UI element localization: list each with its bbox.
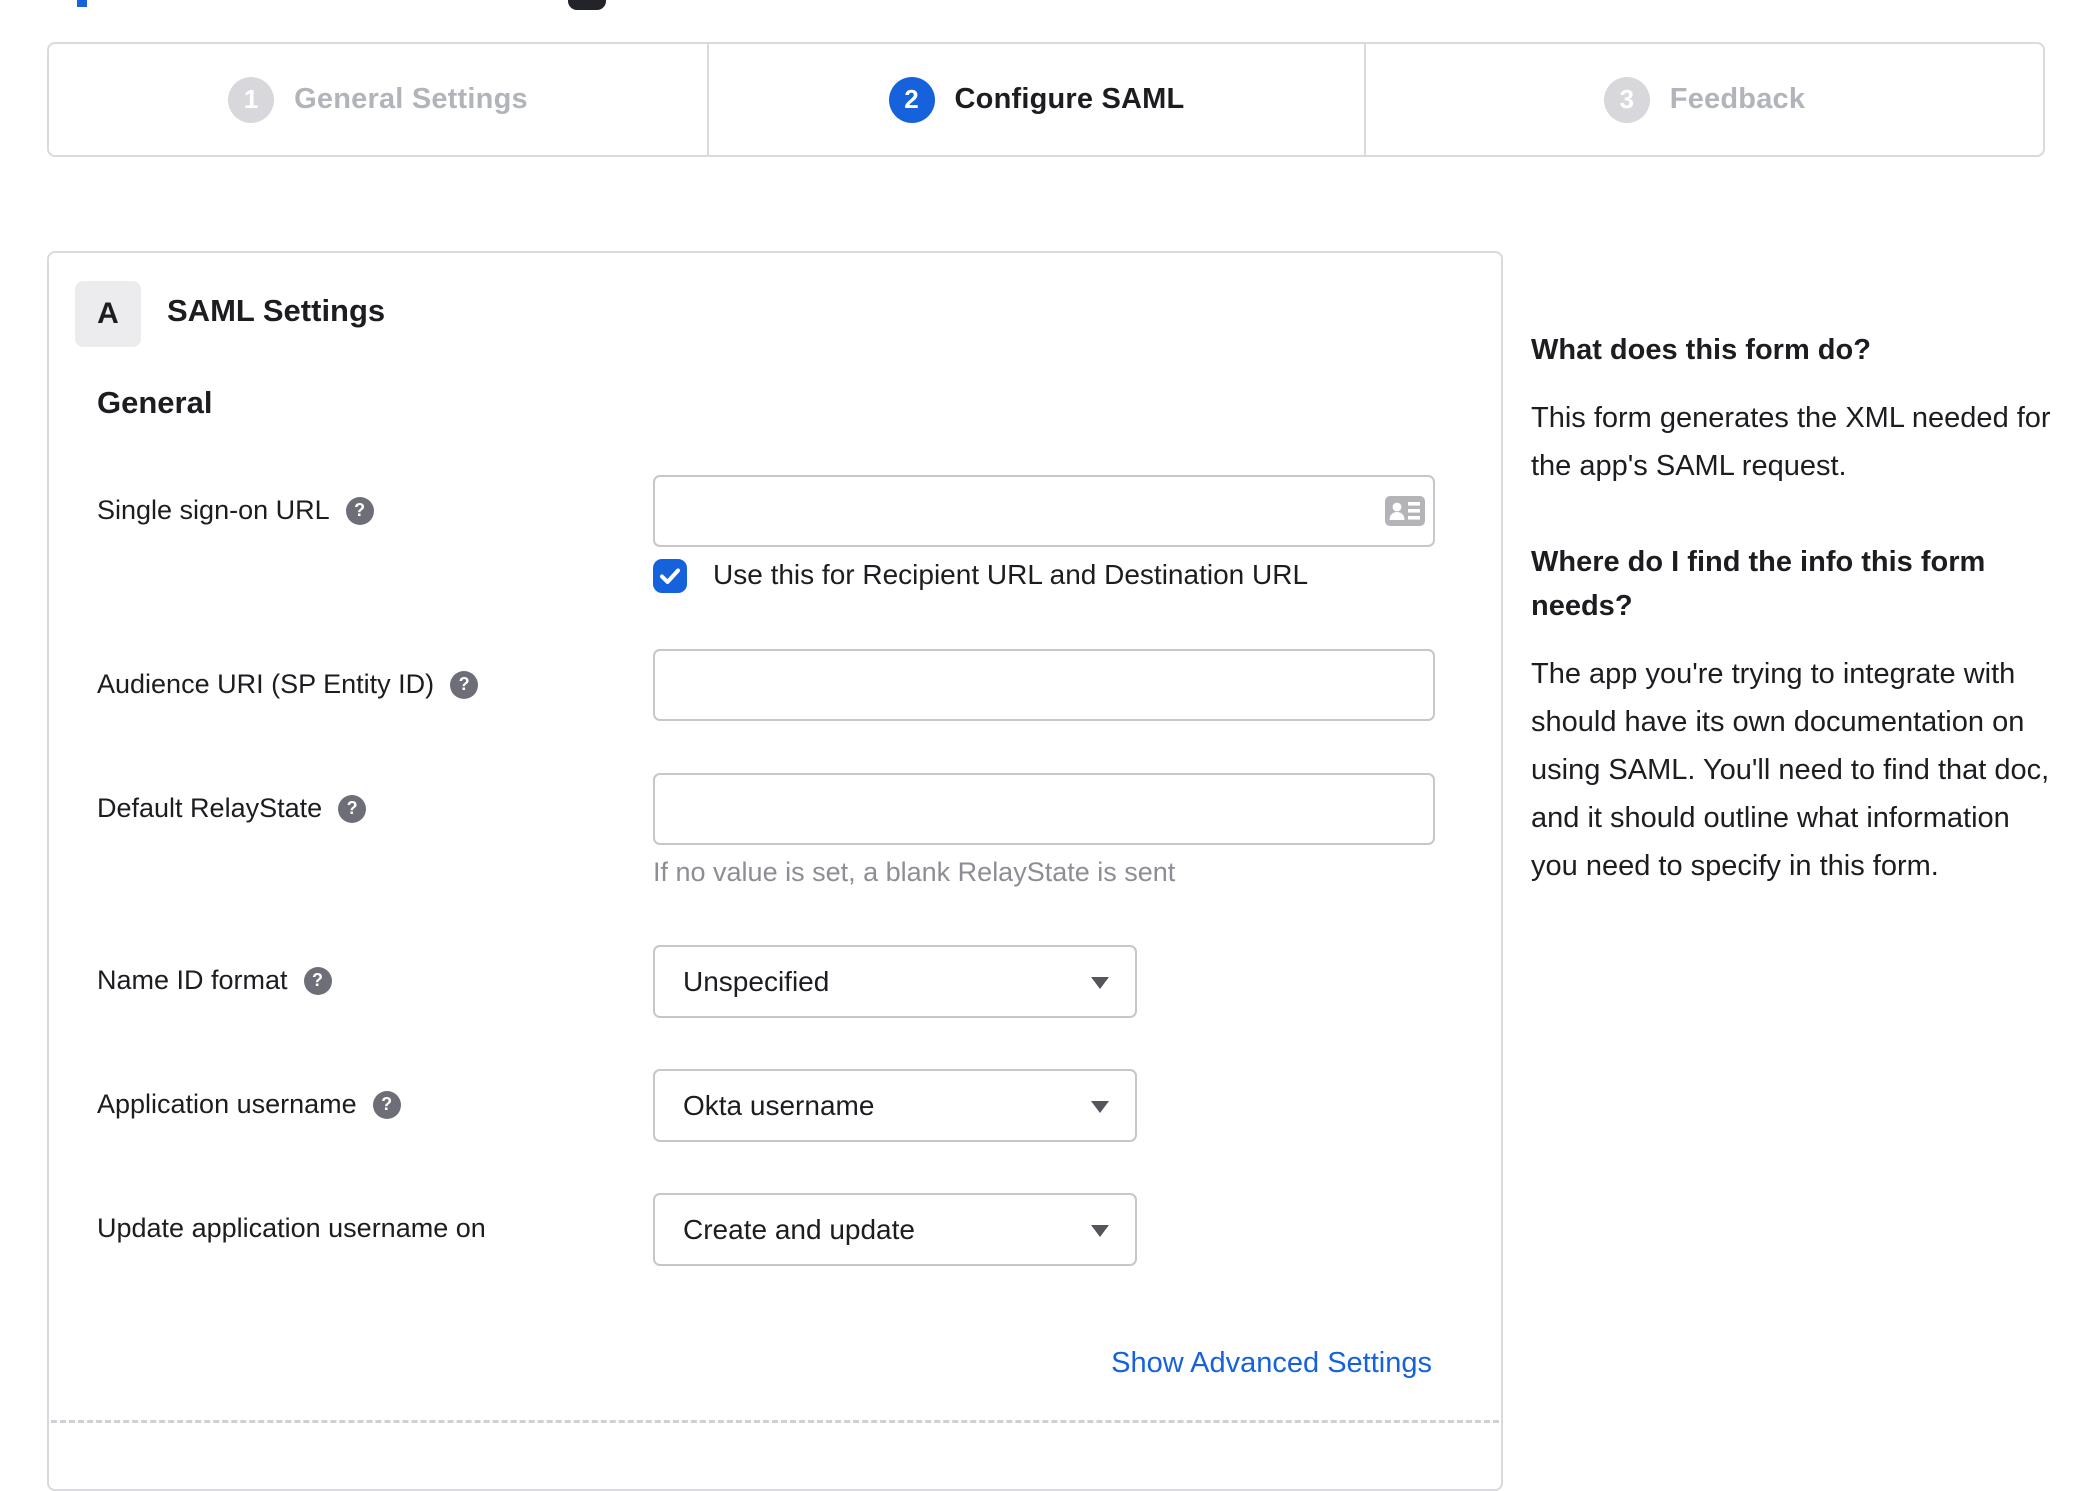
help-icon[interactable]: ? — [338, 794, 367, 823]
step-3-number-badge: 3 — [1603, 76, 1650, 123]
default-relaystate-label: Default RelayState — [97, 793, 323, 823]
step-2-number-badge: 2 — [888, 76, 935, 123]
sso-url-label-row: Single sign-on URL ? — [97, 495, 374, 526]
checkmark-icon — [660, 568, 680, 584]
application-username-label-row: Application username ? — [97, 1089, 401, 1120]
help-icon[interactable]: ? — [450, 670, 479, 699]
saml-settings-panel: A SAML Settings General Single sign-on U… — [47, 251, 1503, 1491]
sso-url-input[interactable] — [653, 475, 1435, 547]
help-icon[interactable]: ? — [345, 496, 374, 525]
contact-card-icon — [1385, 496, 1425, 526]
step-1-label: General Settings — [294, 83, 528, 115]
default-relaystate-label-row: Default RelayState ? — [97, 793, 367, 824]
sidebar-heading-2: Where do I find the info this form needs… — [1531, 546, 1986, 622]
group-heading-general: General — [97, 385, 213, 420]
help-sidebar: What does this form do? This form genera… — [1531, 328, 2059, 940]
step-configure-saml[interactable]: 2 Configure SAML — [707, 44, 1364, 155]
caret-down-icon — [1091, 976, 1109, 989]
audience-uri-input[interactable] — [653, 649, 1435, 721]
name-id-format-select[interactable]: Unspecified — [653, 945, 1137, 1018]
name-id-format-label: Name ID format — [97, 965, 288, 995]
update-username-value: Create and update — [683, 1213, 915, 1245]
update-username-label-row: Update application username on — [97, 1213, 486, 1244]
section-divider — [51, 1420, 1499, 1423]
application-username-select[interactable]: Okta username — [653, 1069, 1137, 1142]
relaystate-helper-text: If no value is set, a blank RelayState i… — [653, 857, 1176, 887]
section-title: SAML Settings — [167, 293, 386, 328]
default-relaystate-input[interactable] — [653, 773, 1435, 845]
sidebar-heading-1: What does this form do? — [1531, 334, 1871, 366]
help-icon[interactable]: ? — [303, 966, 332, 995]
wizard-stepper: 1 General Settings 2 Configure SAML 3 Fe… — [47, 42, 2045, 157]
name-id-format-value: Unspecified — [683, 965, 830, 997]
audience-uri-label-row: Audience URI (SP Entity ID) ? — [97, 669, 479, 700]
recipient-url-checkbox-label[interactable]: Use this for Recipient URL and Destinati… — [713, 559, 1308, 591]
audience-uri-label: Audience URI (SP Entity ID) — [97, 669, 435, 699]
caret-down-icon — [1091, 1224, 1109, 1237]
step-2-label: Configure SAML — [954, 83, 1185, 115]
name-id-format-label-row: Name ID format ? — [97, 965, 332, 996]
sidebar-body-1: This form generates the XML needed for t… — [1531, 402, 2051, 482]
step-general-settings[interactable]: 1 General Settings — [49, 44, 707, 155]
recipient-url-checkbox[interactable] — [653, 559, 687, 593]
application-username-value: Okta username — [683, 1089, 875, 1121]
step-1-number-badge: 1 — [228, 76, 275, 123]
cutoff-blue-fragment — [77, 0, 87, 7]
sidebar-body-2: The app you're trying to integrate with … — [1531, 658, 2050, 882]
show-advanced-settings-link[interactable]: Show Advanced Settings — [1111, 1347, 1432, 1380]
step-3-label: Feedback — [1669, 83, 1806, 115]
caret-down-icon — [1091, 1100, 1109, 1113]
section-a-badge: A — [75, 281, 141, 347]
step-feedback[interactable]: 3 Feedback — [1364, 44, 2043, 155]
update-username-select[interactable]: Create and update — [653, 1193, 1137, 1266]
sso-url-label: Single sign-on URL — [97, 495, 330, 525]
cutoff-dark-fragment — [568, 0, 606, 10]
update-username-label: Update application username on — [97, 1213, 486, 1243]
application-username-label: Application username — [97, 1089, 357, 1119]
help-icon[interactable]: ? — [372, 1090, 401, 1119]
